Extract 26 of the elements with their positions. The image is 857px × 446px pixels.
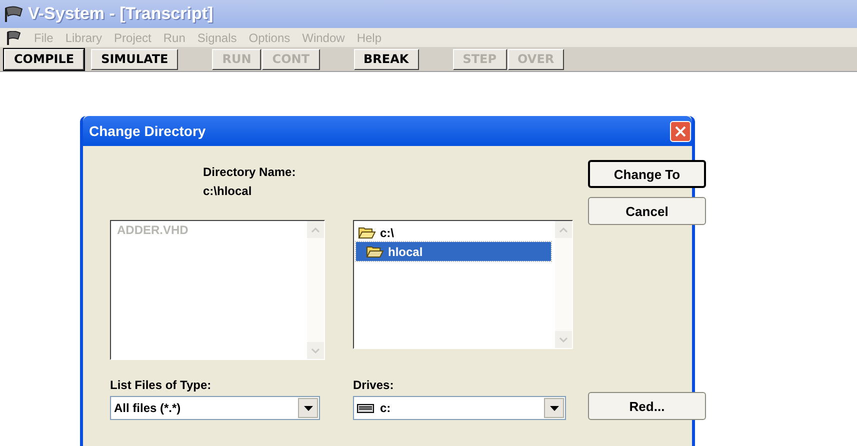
toolbar-button[interactable]: SIMULATE xyxy=(91,48,178,70)
close-button[interactable] xyxy=(670,120,691,142)
flag-icon[interactable] xyxy=(6,30,22,44)
toolbar-button[interactable]: BREAK xyxy=(354,48,419,70)
network-button[interactable]: Red... xyxy=(588,392,706,420)
caret-icon[interactable] xyxy=(304,406,312,410)
toolbar-button[interactable]: COMPILE xyxy=(4,48,84,70)
flag-icon xyxy=(4,6,24,22)
close-icon xyxy=(675,126,686,136)
dialog-title: Change Directory xyxy=(89,123,206,139)
directory-value: c:\hlocal xyxy=(203,184,253,198)
drives-dropdown[interactable]: c: xyxy=(353,396,566,420)
folder-item[interactable]: c:\ xyxy=(356,223,551,242)
directory-label: Directory Name: xyxy=(203,165,297,179)
folder-icon xyxy=(358,226,376,239)
folder-icon xyxy=(366,245,384,258)
folder-item[interactable]: hlocal xyxy=(356,242,551,261)
drive-icon xyxy=(357,404,374,412)
drives-label: Drives: xyxy=(353,378,395,392)
folder-list[interactable]: c:\ hlocal xyxy=(353,220,573,349)
window-title: V-System - [Transcript] xyxy=(28,4,214,24)
dialog-button[interactable]: Cancel xyxy=(588,197,706,225)
dialog-button[interactable]: Change To xyxy=(588,160,706,188)
file-type-label: List Files of Type: xyxy=(110,378,212,392)
caret-icon[interactable] xyxy=(550,406,558,410)
file-type-dropdown[interactable]: All files (*.*) xyxy=(110,396,320,420)
